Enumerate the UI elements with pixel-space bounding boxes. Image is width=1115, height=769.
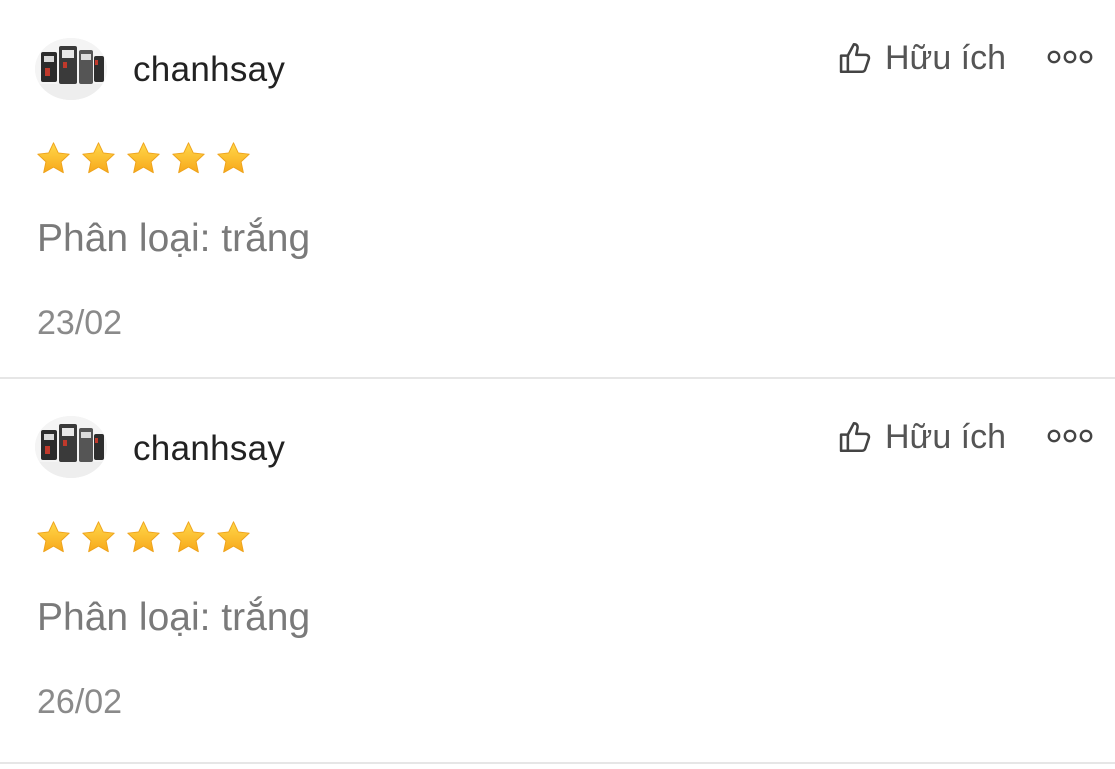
avatar-image (35, 38, 107, 100)
avatar-image (35, 416, 107, 478)
helpful-label: Hữu ích (885, 418, 1007, 456)
star-icon (80, 140, 117, 177)
helpful-button[interactable]: Hữu ích (836, 38, 1006, 78)
helpful-label: Hữu ích (885, 39, 1007, 77)
helpful-button[interactable]: Hữu ích (836, 417, 1006, 457)
star-icon (35, 140, 72, 177)
star-rating (35, 140, 260, 177)
star-icon (215, 519, 252, 556)
star-icon (215, 140, 252, 177)
star-icon (170, 519, 207, 556)
star-icon (170, 140, 207, 177)
star-icon (80, 519, 117, 556)
review-date: 26/02 (37, 683, 123, 721)
reviewer-name[interactable]: chanhsay (133, 429, 285, 469)
review-card: chanhsay Hữu ích Phân loại: trắng 26/02 (0, 379, 1115, 764)
reviewer-name[interactable]: chanhsay (133, 50, 285, 90)
more-options-icon[interactable] (1046, 46, 1094, 68)
more-options-icon[interactable] (1046, 425, 1094, 447)
variant-text: Phân loại: trắng (37, 217, 311, 260)
review-card: chanhsay Hữu ích Phân loại: trắng 23/02 (0, 0, 1115, 379)
avatar[interactable] (35, 38, 107, 100)
star-rating (35, 519, 260, 556)
thumbs-up-icon (836, 39, 874, 77)
thumbs-up-icon (836, 418, 874, 456)
review-date: 23/02 (37, 304, 123, 342)
star-icon (125, 140, 162, 177)
avatar[interactable] (35, 416, 107, 478)
star-icon (35, 519, 72, 556)
variant-text: Phân loại: trắng (37, 596, 311, 639)
star-icon (125, 519, 162, 556)
